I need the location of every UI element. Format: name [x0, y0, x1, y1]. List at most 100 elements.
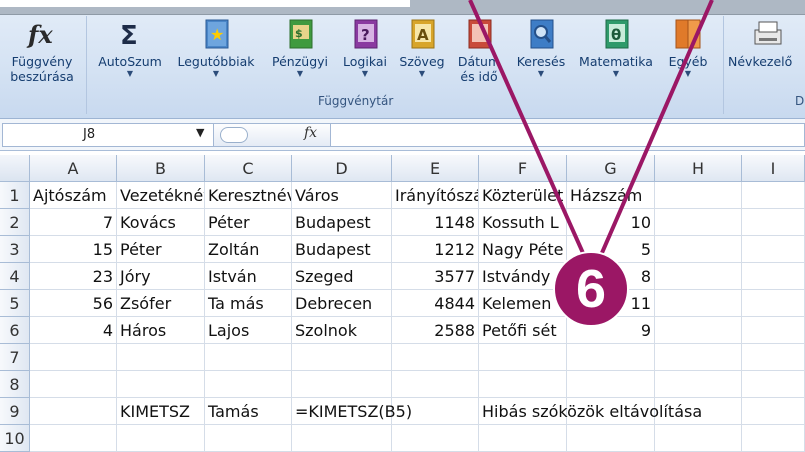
date-time-button[interactable]: Dátum és idő [450, 14, 508, 92]
cell-h5[interactable] [655, 290, 742, 317]
cell-h4[interactable] [655, 263, 742, 290]
cell-g8[interactable] [567, 371, 655, 398]
cell-i1[interactable] [742, 182, 805, 209]
cell-d10[interactable] [292, 425, 392, 452]
cell-b9[interactable]: KIMETSZ [117, 398, 205, 425]
insert-function-button[interactable]: fx Függvény beszúrása [3, 14, 81, 92]
cell-i2[interactable] [742, 209, 805, 236]
select-all-corner[interactable] [0, 155, 30, 182]
cell-d7[interactable] [292, 344, 392, 371]
row-header-6[interactable]: 6 [0, 317, 30, 344]
row-header-2[interactable]: 2 [0, 209, 30, 236]
cell-g10[interactable] [567, 425, 655, 452]
cell-c5[interactable]: Ta más [205, 290, 292, 317]
cell-e6[interactable]: 2588 [392, 317, 479, 344]
cell-f8[interactable] [479, 371, 567, 398]
cell-c6[interactable]: Lajos [205, 317, 292, 344]
cell-a1[interactable]: Ajtószám [30, 182, 117, 209]
cell-b8[interactable] [117, 371, 205, 398]
cell-h1[interactable] [655, 182, 742, 209]
cell-g1[interactable]: Házszám [567, 182, 655, 209]
cell-i8[interactable] [742, 371, 805, 398]
cell-a3[interactable]: 15 [30, 236, 117, 263]
cell-e3[interactable]: 1212 [392, 236, 479, 263]
column-header-d[interactable]: D [292, 155, 392, 182]
chevron-down-icon[interactable]: ▼ [196, 126, 204, 139]
cell-d1[interactable]: Város [292, 182, 392, 209]
cell-e2[interactable]: 1148 [392, 209, 479, 236]
cell-c10[interactable] [205, 425, 292, 452]
cell-e5[interactable]: 4844 [392, 290, 479, 317]
cell-g7[interactable] [567, 344, 655, 371]
row-header-8[interactable]: 8 [0, 371, 30, 398]
cell-b3[interactable]: Péter [117, 236, 205, 263]
cell-c7[interactable] [205, 344, 292, 371]
column-header-e[interactable]: E [392, 155, 479, 182]
cell-i9[interactable] [742, 398, 805, 425]
cell-i3[interactable] [742, 236, 805, 263]
cell-i7[interactable] [742, 344, 805, 371]
cell-e4[interactable]: 3577 [392, 263, 479, 290]
more-functions-button[interactable]: Egyéb ▼ [660, 14, 716, 92]
cell-g2[interactable]: 10 [567, 209, 655, 236]
cell-d3[interactable]: Budapest [292, 236, 392, 263]
autosum-button[interactable]: Σ AutoSzum ▼ [92, 14, 168, 92]
cell-e1[interactable]: Irányítószám [392, 182, 479, 209]
cell-i4[interactable] [742, 263, 805, 290]
cell-h8[interactable] [655, 371, 742, 398]
recent-functions-button[interactable]: ★ Legutóbbiak ▼ [170, 14, 262, 92]
cell-f9[interactable]: Hibás szóközök eltávolítása [479, 398, 702, 425]
cell-e7[interactable] [392, 344, 479, 371]
cell-a5[interactable]: 56 [30, 290, 117, 317]
cell-i5[interactable] [742, 290, 805, 317]
cell-e8[interactable] [392, 371, 479, 398]
cell-f3[interactable]: Nagy Péte [479, 236, 567, 263]
cell-b6[interactable]: Háros [117, 317, 205, 344]
cell-a7[interactable] [30, 344, 117, 371]
cell-d9[interactable]: =KIMETSZ(B5) [292, 398, 412, 425]
cell-a6[interactable]: 4 [30, 317, 117, 344]
cell-c3[interactable]: Zoltán [205, 236, 292, 263]
row-header-5[interactable]: 5 [0, 290, 30, 317]
cell-b4[interactable]: Jóry [117, 263, 205, 290]
column-header-a[interactable]: A [30, 155, 117, 182]
cell-a9[interactable] [30, 398, 117, 425]
cell-e10[interactable] [392, 425, 479, 452]
cell-a4[interactable]: 23 [30, 263, 117, 290]
name-box[interactable]: J8 ▼ [2, 123, 214, 147]
name-manager-button[interactable]: Névkezelő [728, 14, 805, 92]
cell-b10[interactable] [117, 425, 205, 452]
row-header-1[interactable]: 1 [0, 182, 30, 209]
column-header-i[interactable]: I [742, 155, 805, 182]
cell-b7[interactable] [117, 344, 205, 371]
row-header-10[interactable]: 10 [0, 425, 30, 452]
cell-a10[interactable] [30, 425, 117, 452]
cell-f10[interactable] [479, 425, 567, 452]
row-header-4[interactable]: 4 [0, 263, 30, 290]
cell-c2[interactable]: Péter [205, 209, 292, 236]
insert-function-fx-icon[interactable]: fx [304, 125, 317, 141]
financial-button[interactable]: $ Pénzügyi ▼ [266, 14, 334, 92]
math-trig-button[interactable]: θ Matematika ▼ [572, 14, 660, 92]
row-header-3[interactable]: 3 [0, 236, 30, 263]
lookup-button[interactable]: Keresés ▼ [510, 14, 572, 92]
cell-c4[interactable]: István [205, 263, 292, 290]
cell-h6[interactable] [655, 317, 742, 344]
cell-c9[interactable]: Tamás [205, 398, 292, 425]
cell-f2[interactable]: Kossuth L [479, 209, 567, 236]
cell-h2[interactable] [655, 209, 742, 236]
cell-d6[interactable]: Szolnok [292, 317, 392, 344]
cell-b5[interactable]: Zsófer [117, 290, 205, 317]
cell-h10[interactable] [655, 425, 742, 452]
cell-d5[interactable]: Debrecen [292, 290, 392, 317]
cell-b2[interactable]: Kovács [117, 209, 205, 236]
cell-d4[interactable]: Szeged [292, 263, 392, 290]
text-button[interactable]: A Szöveg ▼ [394, 14, 450, 92]
column-header-g[interactable]: G [567, 155, 655, 182]
cell-c1[interactable]: Keresztnév [205, 182, 292, 209]
cell-h3[interactable] [655, 236, 742, 263]
cell-a2[interactable]: 7 [30, 209, 117, 236]
cell-d8[interactable] [292, 371, 392, 398]
cell-d2[interactable]: Budapest [292, 209, 392, 236]
cell-i6[interactable] [742, 317, 805, 344]
